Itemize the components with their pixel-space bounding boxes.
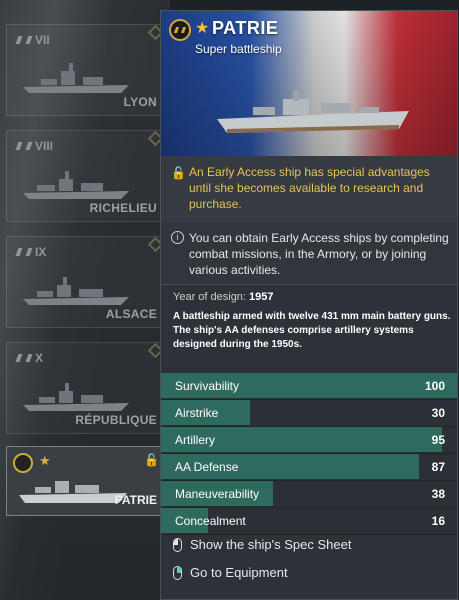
- early-access-notice: 🔓 An Early Access ship has special advan…: [161, 156, 457, 223]
- stat-row-maneuverability: Maneuverability 38: [161, 481, 457, 508]
- ship-render-image: [217, 91, 409, 133]
- stat-label: Airstrike: [175, 406, 219, 420]
- stat-label: Artillery: [175, 433, 216, 447]
- show-spec-sheet-action[interactable]: Show the ship's Spec Sheet: [173, 537, 351, 552]
- info-text: You can obtain Early Access ships by com…: [189, 231, 449, 277]
- stat-value: 95: [431, 433, 445, 447]
- ship-name: RICHELIEU: [89, 201, 157, 215]
- unlock-icon: 🔓: [171, 166, 186, 180]
- ship-silhouette-icon: [23, 277, 129, 305]
- ship-description: A battleship armed with twelve 431 mm ma…: [173, 311, 451, 350]
- stat-row-aa-defense: AA Defense 87: [161, 454, 457, 481]
- stat-value: 16: [431, 514, 445, 528]
- left-mouse-button-icon: [173, 537, 182, 552]
- tech-tree-column: VII LYON VIII RICHELIEU IX ALSACE X RÉPU…: [0, 0, 170, 600]
- tier-badge: VII: [15, 33, 50, 47]
- ship-title: PATRIE: [212, 18, 279, 38]
- ship-name: ALSACE: [105, 307, 157, 321]
- info-notice: i You can obtain Early Access ships by c…: [161, 222, 457, 285]
- star-icon: ★: [195, 20, 210, 37]
- info-icon: i: [171, 231, 184, 244]
- ship-tooltip-panel: ★ PATRIE Super battleship 🔓 An Early Acc…: [160, 10, 458, 600]
- lock-icon: 🔓: [144, 453, 159, 467]
- tree-ship-card-republique[interactable]: X RÉPUBLIQUE: [6, 342, 164, 434]
- battleship-class-icon: [15, 36, 33, 44]
- ship-name: LYON: [123, 95, 157, 109]
- year-of-design: Year of design: 1957: [173, 291, 274, 303]
- tree-ship-card-alsace[interactable]: IX ALSACE: [6, 236, 164, 328]
- stat-row-survivability: Survivability 100: [161, 373, 457, 400]
- ship-silhouette-icon: [19, 481, 127, 503]
- tier-badge: VIII: [15, 139, 53, 153]
- battleship-class-icon: [15, 142, 33, 150]
- stat-label: Maneuverability: [175, 487, 260, 501]
- stat-row-concealment: Concealment 16: [161, 508, 457, 535]
- stat-value: 100: [424, 379, 445, 393]
- ship-silhouette-icon: [23, 171, 129, 199]
- star-icon: ★: [39, 453, 51, 468]
- stat-value: 87: [431, 460, 445, 474]
- right-mouse-button-icon: [173, 565, 182, 580]
- tree-ship-card-lyon[interactable]: VII LYON: [6, 24, 164, 116]
- tree-ship-card-richelieu[interactable]: VIII RICHELIEU: [6, 130, 164, 222]
- year-value: 1957: [249, 291, 274, 303]
- early-access-text: An Early Access ship has special advanta…: [189, 165, 430, 211]
- ship-header-banner: ★ PATRIE Super battleship: [161, 11, 457, 156]
- battleship-class-badge-icon: [13, 453, 33, 473]
- go-to-equipment-action[interactable]: Go to Equipment: [173, 565, 288, 580]
- tree-ship-card-patrie-selected[interactable]: ★ 🔓 PATRIE: [6, 446, 164, 516]
- battleship-class-icon: [15, 248, 33, 256]
- stat-value: 38: [431, 487, 445, 501]
- ship-silhouette-icon: [23, 63, 129, 93]
- ship-subtitle: Super battleship: [195, 42, 282, 56]
- stat-label: Concealment: [175, 514, 246, 528]
- tier-badge: X: [15, 351, 43, 365]
- ship-name: PATRIE: [114, 493, 157, 507]
- show-spec-sheet-label: Show the ship's Spec Sheet: [190, 537, 352, 552]
- battleship-class-badge-icon: [169, 19, 191, 41]
- stat-row-artillery: Artillery 95: [161, 427, 457, 454]
- battleship-class-icon: [15, 354, 33, 362]
- go-to-equipment-label: Go to Equipment: [190, 565, 288, 580]
- stats-list: Survivability 100 Airstrike 30 Artillery 95…: [161, 373, 457, 535]
- tier-badge: IX: [15, 245, 46, 259]
- stat-value: 30: [431, 406, 445, 420]
- ship-name: RÉPUBLIQUE: [75, 413, 157, 427]
- ship-silhouette-icon: [23, 383, 129, 411]
- stat-row-airstrike: Airstrike 30: [161, 400, 457, 427]
- stat-label: AA Defense: [175, 460, 239, 474]
- stat-label: Survivability: [175, 379, 240, 393]
